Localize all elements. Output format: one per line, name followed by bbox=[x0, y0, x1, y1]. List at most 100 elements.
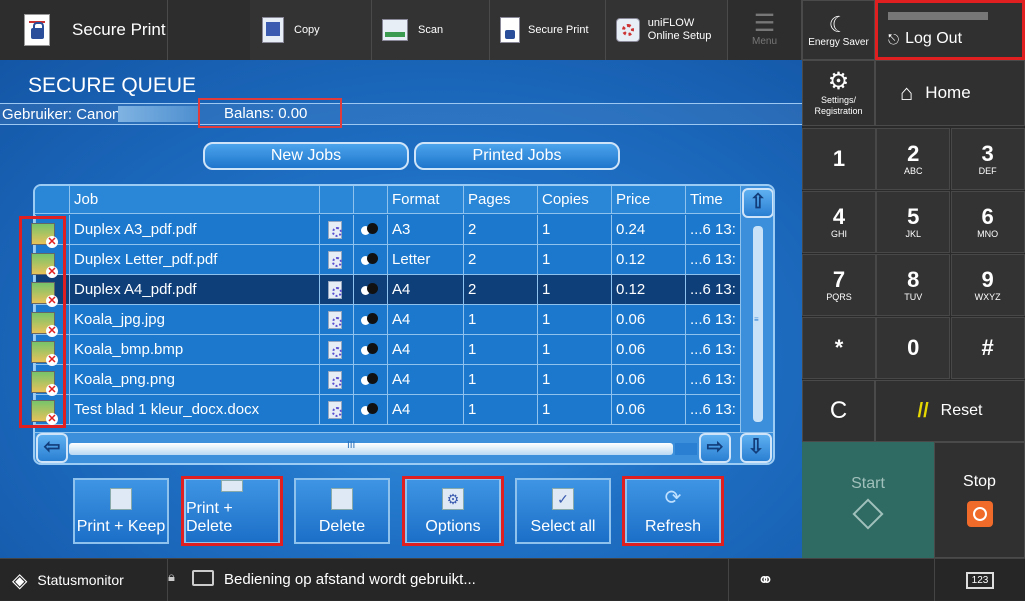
key-digit: * bbox=[834, 335, 844, 360]
secure-print-button[interactable]: Secure Print bbox=[490, 0, 606, 60]
color-mode-icon bbox=[361, 313, 379, 327]
scroll-right-icon[interactable]: ⇨ bbox=[699, 433, 731, 463]
keypad-key[interactable]: 4 GHI bbox=[802, 191, 876, 253]
job-settings-icon[interactable] bbox=[328, 341, 342, 359]
key-letters: MNO bbox=[977, 228, 999, 239]
job-copies: 1 bbox=[537, 275, 611, 305]
col-header-job[interactable]: Job bbox=[69, 186, 319, 214]
vertical-scrollbar[interactable]: ⇧ ≡ bbox=[740, 186, 773, 432]
color-mode-cell bbox=[353, 275, 387, 305]
horizontal-scrollbar[interactable]: ⇦ III ⇨ ⇩ bbox=[35, 432, 773, 463]
home-button[interactable]: ⌂ Home bbox=[875, 60, 1025, 126]
clear-key[interactable]: C bbox=[802, 380, 875, 442]
table-row[interactable]: Test blad 1 kleur_docx.docx A4 1 1 0.06 ...6 … bbox=[35, 395, 740, 425]
job-price: 0.06 bbox=[611, 365, 685, 395]
scroll-grip-icon: ≡ bbox=[754, 315, 759, 324]
keypad-key[interactable]: 5 JKL bbox=[876, 191, 951, 253]
horizontal-scroll-track[interactable]: III bbox=[69, 440, 673, 455]
delete-doc-icon bbox=[331, 488, 353, 510]
tab-new-jobs[interactable]: New Jobs bbox=[203, 142, 409, 170]
job-settings-icon[interactable] bbox=[328, 401, 342, 419]
settings-registration-button[interactable]: ⚙ Settings/ Registration bbox=[802, 60, 875, 126]
start-button[interactable]: Start bbox=[802, 442, 934, 558]
job-settings-icon[interactable] bbox=[328, 251, 342, 269]
key-digit: 1 bbox=[832, 146, 846, 171]
scan-button[interactable]: Scan bbox=[372, 0, 490, 60]
secure-print-label: Secure Print bbox=[528, 23, 589, 36]
statusmonitor-button[interactable]: ◈ Statusmonitor bbox=[0, 559, 168, 601]
keypad-key[interactable]: 6 MNO bbox=[950, 191, 1025, 253]
color-mode-cell bbox=[353, 305, 387, 335]
job-time: ...6 13: bbox=[685, 365, 740, 395]
keypad-key[interactable]: 8 TUV bbox=[876, 254, 951, 316]
delete-button[interactable]: Delete bbox=[294, 478, 390, 544]
table-row[interactable]: Duplex A3_pdf.pdf A3 2 1 0.24 ...6 13: bbox=[35, 215, 740, 245]
col-header-pages[interactable]: Pages bbox=[463, 186, 537, 214]
scroll-left-icon[interactable]: ⇦ bbox=[36, 433, 68, 463]
scroll-down-icon[interactable]: ⇩ bbox=[740, 433, 772, 463]
energy-saver-button[interactable]: ☾ Energy Saver bbox=[802, 0, 875, 60]
remote-operation-icon[interactable]: ⚭ bbox=[728, 559, 802, 601]
keypad-key[interactable]: 1 bbox=[802, 128, 876, 190]
keypad-key[interactable]: * bbox=[802, 317, 876, 379]
select-all-button[interactable]: ✓ Select all bbox=[515, 478, 611, 544]
key-digit: 9 bbox=[981, 266, 994, 292]
job-time: ...6 13: bbox=[685, 275, 740, 305]
job-file-delete-icon bbox=[31, 282, 58, 307]
col-header-time[interactable]: Time bbox=[685, 186, 740, 214]
balance-label: Balans: 0.00 bbox=[198, 98, 342, 128]
keypad-key[interactable]: 0 bbox=[876, 317, 951, 379]
keypad-key[interactable]: 7 PQRS bbox=[802, 254, 876, 316]
secure-print-icon bbox=[500, 17, 520, 43]
stop-button[interactable]: Stop bbox=[934, 442, 1025, 558]
print-keep-button[interactable]: Print + Keep bbox=[73, 478, 169, 544]
reset-label: Reset bbox=[940, 402, 983, 419]
settings-cell bbox=[319, 245, 353, 275]
col-header-copies[interactable]: Copies bbox=[537, 186, 611, 214]
table-row[interactable]: Koala_jpg.jpg A4 1 1 0.06 ...6 13: bbox=[35, 305, 740, 335]
menu-button[interactable]: ☰ Menu bbox=[728, 0, 802, 60]
job-settings-icon[interactable] bbox=[328, 311, 342, 329]
job-settings-icon[interactable] bbox=[328, 371, 342, 389]
settings-label: Settings/ Registration bbox=[814, 95, 863, 116]
color-mode-cell bbox=[353, 365, 387, 395]
col-header-blank-1[interactable] bbox=[319, 186, 353, 214]
moon-icon: ☾ bbox=[828, 11, 849, 37]
keypad-key[interactable]: 3 DEF bbox=[950, 128, 1025, 190]
scroll-up-icon[interactable]: ⇧ bbox=[742, 188, 773, 218]
job-pages: 1 bbox=[463, 365, 537, 395]
hamburger-icon: ☰ bbox=[753, 9, 776, 37]
job-settings-icon[interactable] bbox=[328, 221, 342, 239]
reset-button[interactable]: // Reset bbox=[875, 380, 1025, 442]
key-letters: GHI bbox=[830, 228, 847, 239]
job-name: Koala_png.png bbox=[69, 365, 319, 395]
keyboard-button[interactable]: 123 bbox=[934, 559, 1025, 601]
table-row[interactable]: Duplex Letter_pdf.pdf Letter 2 1 0.12 ...6 13… bbox=[35, 245, 740, 275]
job-pages: 1 bbox=[463, 335, 537, 365]
col-header-price[interactable]: Price bbox=[611, 186, 685, 214]
col-header-format[interactable]: Format bbox=[387, 186, 463, 214]
horizontal-scroll-rest bbox=[675, 443, 697, 455]
uniflow-setup-button[interactable]: uniFLOW Online Setup bbox=[606, 0, 728, 60]
job-name: Duplex A3_pdf.pdf bbox=[69, 215, 319, 245]
col-header-blank-2[interactable] bbox=[353, 186, 387, 214]
statusmonitor-label: Statusmonitor bbox=[37, 572, 124, 588]
logout-button[interactable]: ⎋ Log Out bbox=[875, 0, 1025, 60]
eye-icon: ◈ bbox=[12, 569, 28, 592]
stop-label: Stop bbox=[963, 473, 996, 490]
app-title: Secure Print bbox=[72, 20, 166, 39]
vertical-scroll-track[interactable]: ≡ bbox=[753, 226, 763, 422]
copy-label: Copy bbox=[294, 23, 320, 36]
table-row[interactable]: Duplex A4_pdf.pdf A4 2 1 0.12 ...6 13: bbox=[35, 275, 740, 305]
key-digit: 7 bbox=[832, 266, 846, 292]
key-letters: PQRS bbox=[826, 291, 852, 302]
table-row[interactable]: Koala_png.png A4 1 1 0.06 ...6 13: bbox=[35, 365, 740, 395]
table-row[interactable]: Koala_bmp.bmp A4 1 1 0.06 ...6 13: bbox=[35, 335, 740, 365]
tab-printed-jobs[interactable]: Printed Jobs bbox=[414, 142, 620, 170]
keypad-key[interactable]: 2 ABC bbox=[876, 128, 951, 190]
username-redacted bbox=[118, 106, 198, 122]
copy-button[interactable]: Copy bbox=[250, 0, 372, 60]
job-settings-icon[interactable] bbox=[328, 281, 342, 299]
keypad-key[interactable]: 9 WXYZ bbox=[950, 254, 1025, 316]
keypad-key[interactable]: # bbox=[950, 317, 1025, 379]
